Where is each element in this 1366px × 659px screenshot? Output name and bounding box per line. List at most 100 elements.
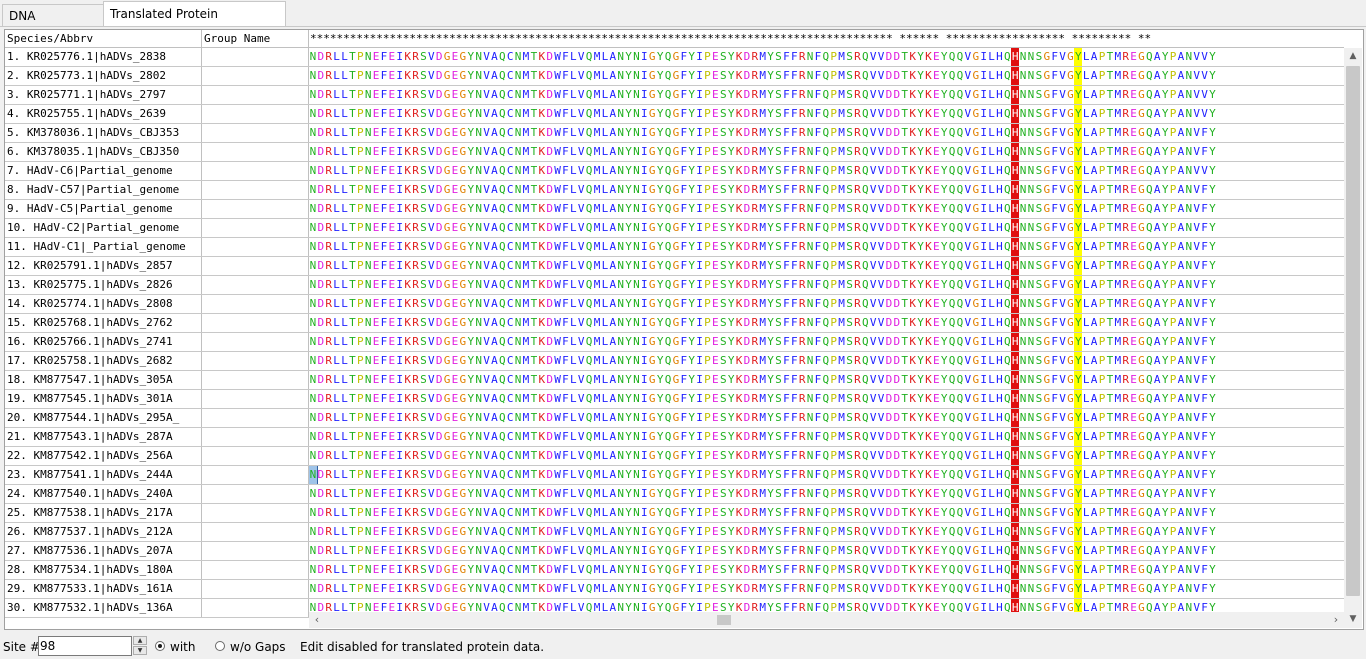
- table-row[interactable]: 20. KM877544.1|hADVs_295A_ NDRLLTPNEFEIKR…: [5, 409, 1344, 428]
- sequence-cell[interactable]: NDRLLTPNEFEIKRSVDGEGYNVAQCNMTKDWFLVQMLAN…: [309, 485, 1344, 503]
- table-row[interactable]: 24. KM877540.1|hADVs_240A NDRLLTPNEFEIKRS…: [5, 485, 1344, 504]
- species-name-cell[interactable]: 18. KM877547.1|hADVs_305A: [5, 371, 202, 389]
- alignment-grid[interactable]: Species/Abbrv Group Name ***************…: [4, 29, 1364, 630]
- tab-translated-protein-sequences[interactable]: Translated Protein Sequences: [103, 1, 286, 45]
- site-stepper[interactable]: ▲ ▼: [133, 636, 147, 656]
- sequence-cell[interactable]: NDRLLTPNEFEIKRSVDGEGYNVAQCNMTKDWFLVQMLAN…: [309, 352, 1344, 370]
- group-name-cell[interactable]: [202, 371, 309, 389]
- group-name-cell[interactable]: [202, 390, 309, 408]
- species-name-cell[interactable]: 24. KM877540.1|hADVs_240A: [5, 485, 202, 503]
- column-header-species[interactable]: Species/Abbrv: [5, 30, 202, 48]
- group-name-cell[interactable]: [202, 257, 309, 275]
- species-name-cell[interactable]: 30. KM877532.1|hADVs_136A: [5, 599, 202, 617]
- species-name-cell[interactable]: 10. HAdV-C2|Partial_genome: [5, 219, 202, 237]
- sequence-cell[interactable]: NDRLLTPNEFEIKRSVDGEGYNVAQCNMTKDWFLVQMLAN…: [309, 466, 1344, 484]
- group-name-cell[interactable]: [202, 67, 309, 85]
- sequence-cell[interactable]: NDRLLTPNEFEIKRSVDGEGYNVAQCNMTKDWFLVQMLAN…: [309, 162, 1344, 180]
- group-name-cell[interactable]: [202, 352, 309, 370]
- group-name-cell[interactable]: [202, 561, 309, 579]
- table-row[interactable]: 8. HadV-C57|Partial_genome NDRLLTPNEFEIKR…: [5, 181, 1344, 200]
- group-name-cell[interactable]: [202, 466, 309, 484]
- group-name-cell[interactable]: [202, 276, 309, 294]
- species-name-cell[interactable]: 21. KM877543.1|hADVs_287A: [5, 428, 202, 446]
- table-row[interactable]: 2. KR025773.1|hADVs_2802 NDRLLTPNEFEIKRSV…: [5, 67, 1344, 86]
- group-name-cell[interactable]: [202, 485, 309, 503]
- sequence-cell[interactable]: NDRLLTPNEFEIKRSVDGEGYNVAQCNMTKDWFLVQMLAN…: [309, 371, 1344, 389]
- species-name-cell[interactable]: 27. KM877536.1|hADVs_207A: [5, 542, 202, 560]
- species-name-cell[interactable]: 8. HadV-C57|Partial_genome: [5, 181, 202, 199]
- species-name-cell[interactable]: 9. HAdV-C5|Partial_genome: [5, 200, 202, 218]
- table-row[interactable]: 6. KM378035.1|hADVs_CBJ350 NDRLLTPNEFEIKR…: [5, 143, 1344, 162]
- table-row[interactable]: 3. KR025771.1|hADVs_2797 NDRLLTPNEFEIKRSV…: [5, 86, 1344, 105]
- sequence-cell[interactable]: NDRLLTPNEFEIKRSVDGEGYNVAQCNMTKDWFLVQMLAN…: [309, 333, 1344, 351]
- scroll-left-icon[interactable]: ‹: [309, 612, 325, 628]
- group-name-cell[interactable]: [202, 124, 309, 142]
- group-name-cell[interactable]: [202, 143, 309, 161]
- species-name-cell[interactable]: 15. KR025768.1|hADVs_2762: [5, 314, 202, 332]
- species-name-cell[interactable]: 17. KR025758.1|hADVs_2682: [5, 352, 202, 370]
- group-name-cell[interactable]: [202, 504, 309, 522]
- group-name-cell[interactable]: [202, 523, 309, 541]
- tab-dna-sequences[interactable]: DNA Sequences: [2, 4, 104, 45]
- table-row[interactable]: 17. KR025758.1|hADVs_2682 NDRLLTPNEFEIKRS…: [5, 352, 1344, 371]
- group-name-cell[interactable]: [202, 599, 309, 617]
- group-name-cell[interactable]: [202, 162, 309, 180]
- table-row[interactable]: 18. KM877547.1|hADVs_305A NDRLLTPNEFEIKRS…: [5, 371, 1344, 390]
- group-name-cell[interactable]: [202, 428, 309, 446]
- table-row[interactable]: 22. KM877542.1|hADVs_256A NDRLLTPNEFEIKRS…: [5, 447, 1344, 466]
- scroll-right-icon[interactable]: ›: [1328, 612, 1344, 628]
- table-row[interactable]: 29. KM877533.1|hADVs_161A NDRLLTPNEFEIKRS…: [5, 580, 1344, 599]
- sequence-cell[interactable]: NDRLLTPNEFEIKRSVDGEGYNVAQCNMTKDWFLVQMLAN…: [309, 48, 1344, 66]
- group-name-cell[interactable]: [202, 542, 309, 560]
- species-name-cell[interactable]: 6. KM378035.1|hADVs_CBJ350: [5, 143, 202, 161]
- group-name-cell[interactable]: [202, 105, 309, 123]
- group-name-cell[interactable]: [202, 447, 309, 465]
- species-name-cell[interactable]: 22. KM877542.1|hADVs_256A: [5, 447, 202, 465]
- species-name-cell[interactable]: 11. HAdV-C1|_Partial_genome: [5, 238, 202, 256]
- table-row[interactable]: 19. KM877545.1|hADVs_301A NDRLLTPNEFEIKRS…: [5, 390, 1344, 409]
- stepper-down-icon[interactable]: ▼: [133, 646, 147, 655]
- sequence-cell[interactable]: NDRLLTPNEFEIKRSVDGEGYNVAQCNMTKDWFLVQMLAN…: [309, 238, 1344, 256]
- table-row[interactable]: 12. KR025791.1|hADVs_2857 NDRLLTPNEFEIKRS…: [5, 257, 1344, 276]
- sequence-cell[interactable]: NDRLLTPNEFEIKRSVDGEGYNVAQCNMTKDWFLVQMLAN…: [309, 295, 1344, 313]
- sequence-cell[interactable]: NDRLLTPNEFEIKRSVDGEGYNVAQCNMTKDWFLVQMLAN…: [309, 314, 1344, 332]
- group-name-cell[interactable]: [202, 314, 309, 332]
- group-name-cell[interactable]: [202, 580, 309, 598]
- sequence-cell[interactable]: NDRLLTPNEFEIKRSVDGEGYNVAQCNMTKDWFLVQMLAN…: [309, 105, 1344, 123]
- sequence-cell[interactable]: NDRLLTPNEFEIKRSVDGEGYNVAQCNMTKDWFLVQMLAN…: [309, 504, 1344, 522]
- group-name-cell[interactable]: [202, 48, 309, 66]
- scroll-down-icon[interactable]: ▼: [1344, 611, 1362, 628]
- species-name-cell[interactable]: 4. KR025755.1|hADVs_2639: [5, 105, 202, 123]
- table-row[interactable]: 4. KR025755.1|hADVs_2639 NDRLLTPNEFEIKRSV…: [5, 105, 1344, 124]
- group-name-cell[interactable]: [202, 238, 309, 256]
- with-gaps-radio[interactable]: [155, 641, 165, 651]
- species-name-cell[interactable]: 20. KM877544.1|hADVs_295A_: [5, 409, 202, 427]
- horizontal-scroll-thumb[interactable]: [717, 615, 731, 625]
- species-name-cell[interactable]: 26. KM877537.1|hADVs_212A: [5, 523, 202, 541]
- table-row[interactable]: 28. KM877534.1|hADVs_180A NDRLLTPNEFEIKRS…: [5, 561, 1344, 580]
- table-row[interactable]: 15. KR025768.1|hADVs_2762 NDRLLTPNEFEIKRS…: [5, 314, 1344, 333]
- species-name-cell[interactable]: 12. KR025791.1|hADVs_2857: [5, 257, 202, 275]
- table-row[interactable]: 26. KM877537.1|hADVs_212A NDRLLTPNEFEIKRS…: [5, 523, 1344, 542]
- sequence-cell[interactable]: NDRLLTPNEFEIKRSVDGEGYNVAQCNMTKDWFLVQMLAN…: [309, 257, 1344, 275]
- sequence-cell[interactable]: NDRLLTPNEFEIKRSVDGEGYNVAQCNMTKDWFLVQMLAN…: [309, 409, 1344, 427]
- species-name-cell[interactable]: 3. KR025771.1|hADVs_2797: [5, 86, 202, 104]
- species-name-cell[interactable]: 5. KM378036.1|hADVs_CBJ353: [5, 124, 202, 142]
- sequence-cell[interactable]: NDRLLTPNEFEIKRSVDGEGYNVAQCNMTKDWFLVQMLAN…: [309, 542, 1344, 560]
- sequence-cell[interactable]: NDRLLTPNEFEIKRSVDGEGYNVAQCNMTKDWFLVQMLAN…: [309, 86, 1344, 104]
- group-name-cell[interactable]: [202, 295, 309, 313]
- species-name-cell[interactable]: 16. KR025766.1|hADVs_2741: [5, 333, 202, 351]
- group-name-cell[interactable]: [202, 219, 309, 237]
- table-row[interactable]: 23. KM877541.1|hADVs_244A NDRLLTPNEFEIKRS…: [5, 466, 1344, 485]
- species-name-cell[interactable]: 28. KM877534.1|hADVs_180A: [5, 561, 202, 579]
- table-row[interactable]: 16. KR025766.1|hADVs_2741 NDRLLTPNEFEIKRS…: [5, 333, 1344, 352]
- sequence-cell[interactable]: NDRLLTPNEFEIKRSVDGEGYNVAQCNMTKDWFLVQMLAN…: [309, 124, 1344, 142]
- sequence-cell[interactable]: NDRLLTPNEFEIKRSVDGEGYNVAQCNMTKDWFLVQMLAN…: [309, 181, 1344, 199]
- sequence-cell[interactable]: NDRLLTPNEFEIKRSVDGEGYNVAQCNMTKDWFLVQMLAN…: [309, 523, 1344, 541]
- table-row[interactable]: 9. HAdV-C5|Partial_genome NDRLLTPNEFEIKRS…: [5, 200, 1344, 219]
- group-name-cell[interactable]: [202, 200, 309, 218]
- table-row[interactable]: 21. KM877543.1|hADVs_287A NDRLLTPNEFEIKRS…: [5, 428, 1344, 447]
- sequence-cell[interactable]: NDRLLTPNEFEIKRSVDGEGYNVAQCNMTKDWFLVQMLAN…: [309, 219, 1344, 237]
- stepper-up-icon[interactable]: ▲: [133, 636, 147, 645]
- sequence-cell[interactable]: NDRLLTPNEFEIKRSVDGEGYNVAQCNMTKDWFLVQMLAN…: [309, 276, 1344, 294]
